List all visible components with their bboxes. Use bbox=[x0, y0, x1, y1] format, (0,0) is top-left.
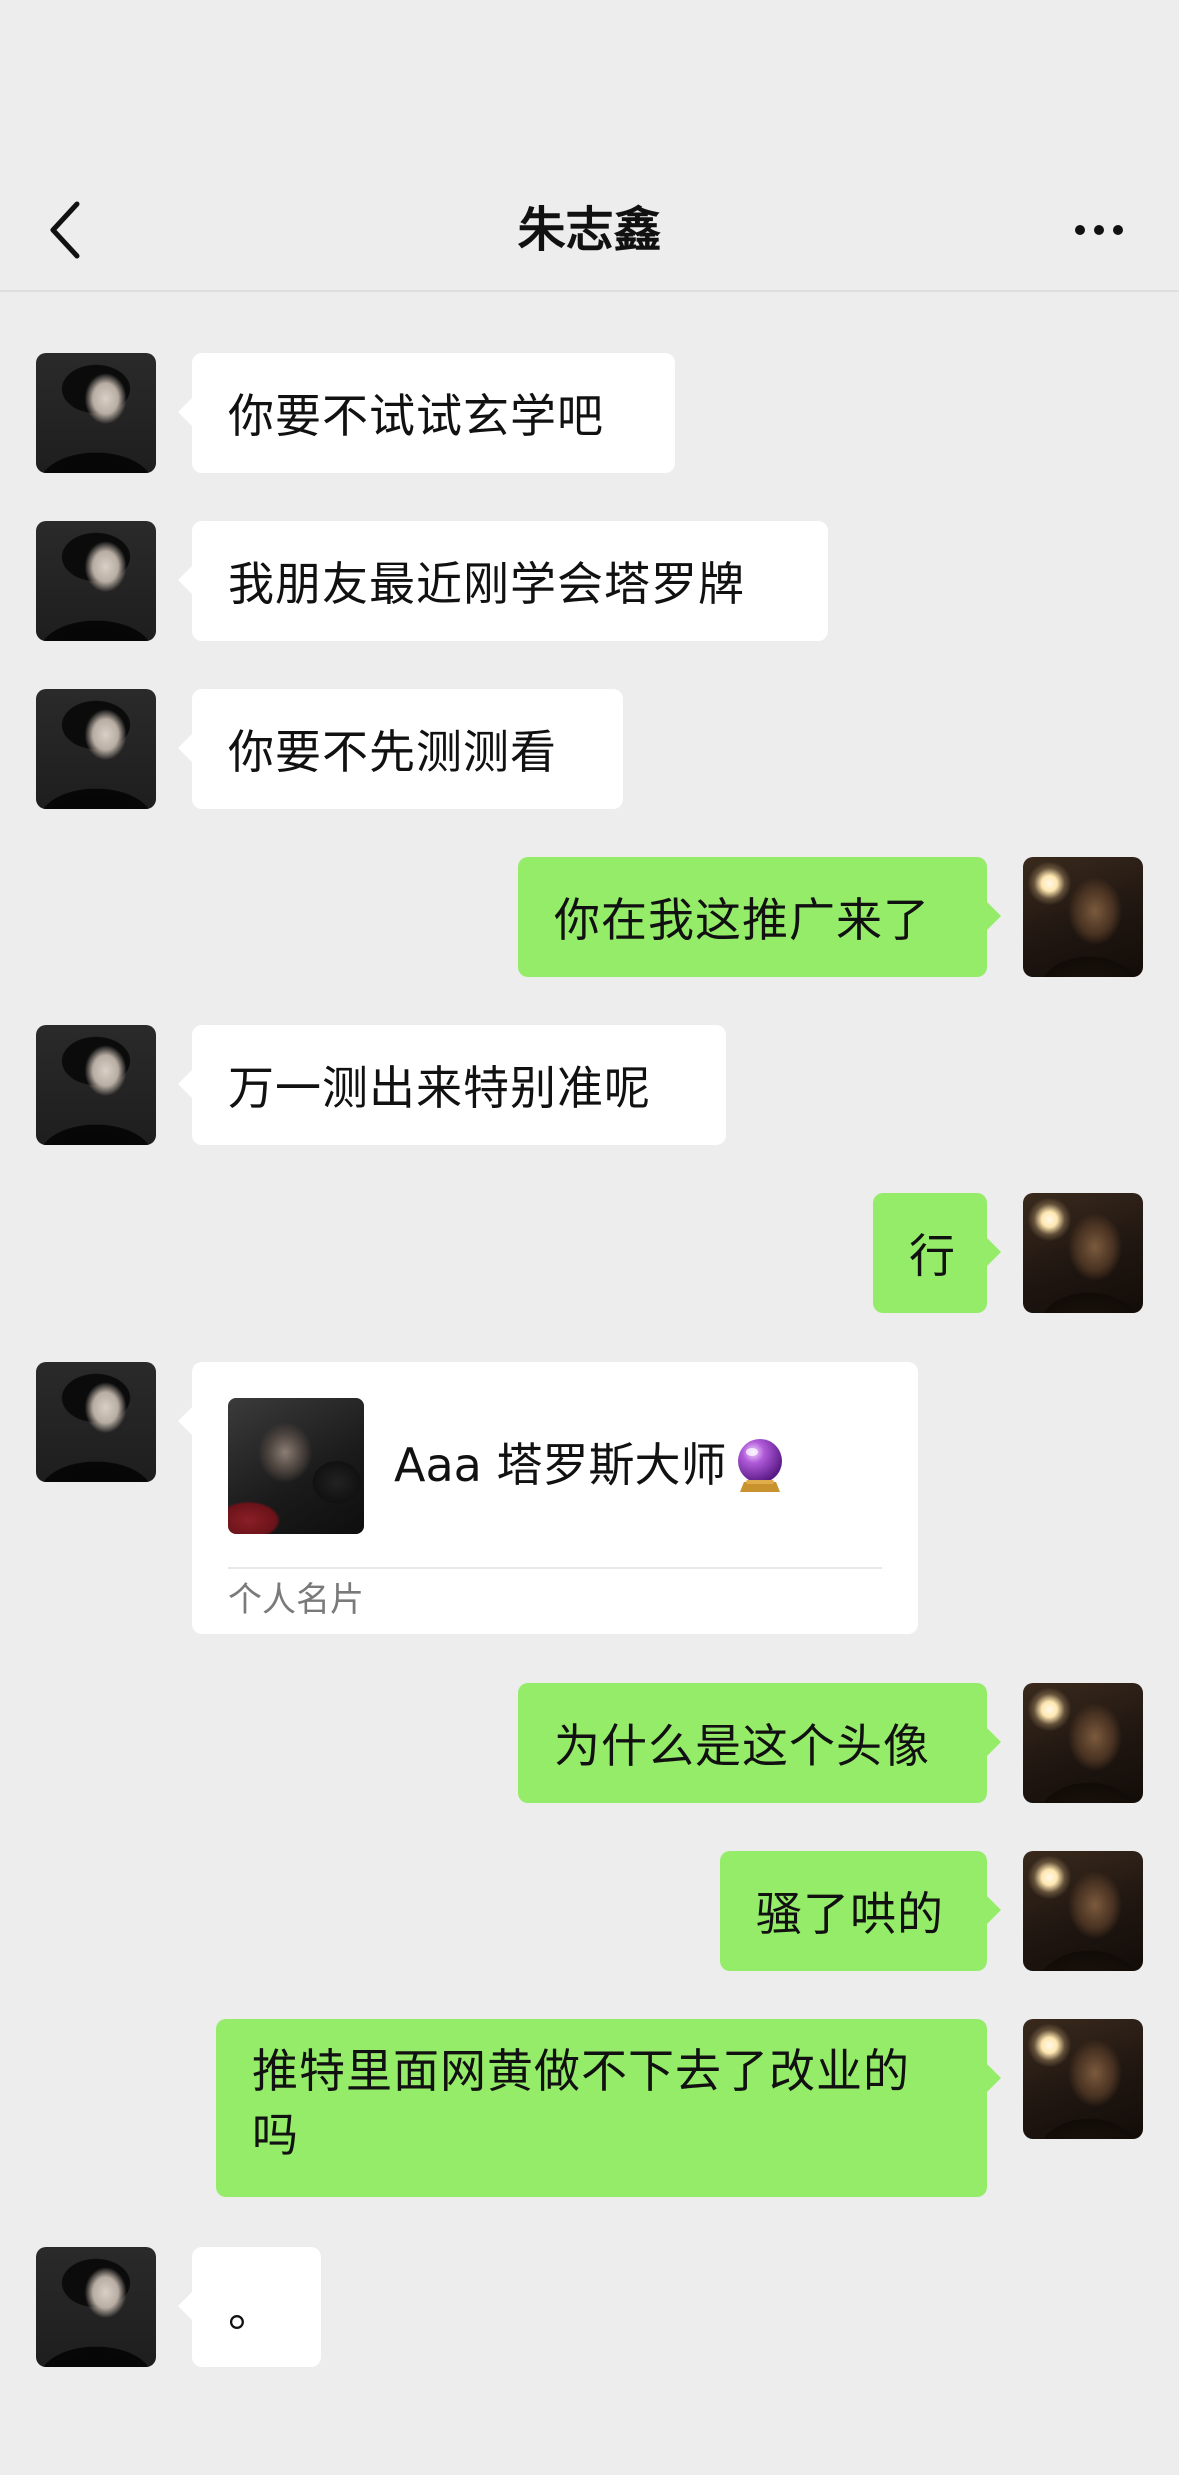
contact-avatar[interactable] bbox=[36, 521, 156, 641]
message-bubble[interactable]: 万一测出来特别准呢 bbox=[178, 1025, 726, 1145]
message-bubble[interactable]: 骚了哄的 bbox=[720, 1851, 1001, 1971]
more-icon bbox=[1075, 225, 1085, 235]
message-bubble[interactable]: 我朋友最近刚学会塔罗牌 bbox=[178, 521, 828, 641]
card-avatar bbox=[228, 1398, 364, 1534]
self-avatar[interactable] bbox=[1023, 1193, 1143, 1313]
message-bubble[interactable]: 你在我这推广来了 bbox=[518, 857, 1001, 977]
message-bubble[interactable]: 。 bbox=[178, 2247, 321, 2367]
message-text: 推特里面网黄做不下去了改业的吗 bbox=[252, 2044, 910, 2162]
crystal-ball-icon bbox=[738, 1439, 783, 1492]
contact-avatar[interactable] bbox=[36, 353, 156, 473]
message-bubble[interactable]: 你要不先测测看 bbox=[178, 689, 623, 809]
chat-header: 朱志鑫 bbox=[0, 0, 1179, 292]
message-bubble[interactable]: 推特里面网黄做不下去了改业的吗 bbox=[216, 2019, 1001, 2197]
contact-avatar[interactable] bbox=[36, 2247, 156, 2367]
message-bubble[interactable]: 行 bbox=[873, 1193, 1001, 1313]
contact-avatar[interactable] bbox=[36, 1362, 156, 1482]
card-name-text: Aaa 塔罗斯大师 bbox=[394, 1438, 727, 1492]
contact-card[interactable]: Aaa 塔罗斯大师 个人名片 bbox=[178, 1362, 918, 1634]
self-avatar[interactable] bbox=[1023, 857, 1143, 977]
message-bubble[interactable]: 为什么是这个头像 bbox=[518, 1683, 1001, 1803]
self-avatar[interactable] bbox=[1023, 1851, 1143, 1971]
message-bubble[interactable]: 你要不试试玄学吧 bbox=[178, 353, 675, 473]
contact-avatar[interactable] bbox=[36, 1025, 156, 1145]
card-name: Aaa 塔罗斯大师 bbox=[394, 1432, 786, 1498]
self-avatar[interactable] bbox=[1023, 2019, 1143, 2139]
chat-title: 朱志鑫 bbox=[517, 202, 662, 258]
contact-avatar[interactable] bbox=[36, 689, 156, 809]
more-options-button[interactable] bbox=[1059, 195, 1139, 265]
card-type-label: 个人名片 bbox=[228, 1580, 364, 1620]
card-divider bbox=[228, 1567, 882, 1569]
self-avatar[interactable] bbox=[1023, 1683, 1143, 1803]
